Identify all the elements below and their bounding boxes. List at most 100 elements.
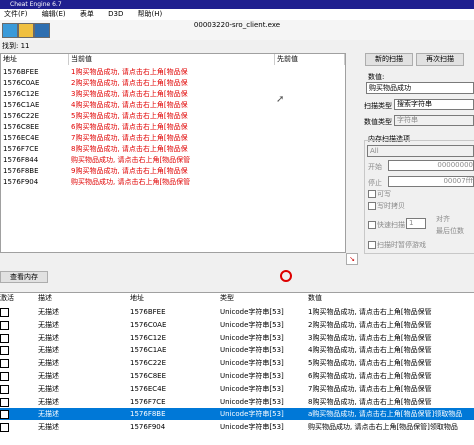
menu-d3d[interactable]: D3D — [108, 10, 123, 18]
row-value: a购买物品成功, 请点击右上角[物品保管]领取物品 — [308, 410, 463, 419]
next-scan-button[interactable]: 再次扫描 — [416, 53, 464, 66]
col-active[interactable]: 激活 — [0, 293, 14, 304]
table-row[interactable]: 无描述 1576EC4E Unicode字符串[53] 7购买物品成功, 请点击右上角… — [0, 383, 474, 395]
result-address: 1576C0AE — [3, 79, 40, 87]
table-row[interactable]: 无描述 1576C8EE Unicode字符串[53] 6购买物品成功, 请点击右上角… — [0, 370, 474, 382]
active-checkbox[interactable] — [0, 333, 9, 343]
col-description[interactable]: 描述 — [38, 293, 52, 304]
result-address: 1576C8EE — [3, 123, 40, 131]
row-value: 3购买物品成功, 请点击右上角[物品保管 — [308, 333, 432, 342]
row-value: 购买物品成功, 请点击右上角[物品保管]领取物品 — [308, 423, 458, 432]
new-scan-button[interactable]: 新的扫描 — [365, 53, 413, 66]
scan-type-select[interactable]: 搜索字符串 — [394, 99, 474, 110]
row-address: 1576C1AE — [130, 346, 167, 355]
cursor-icon: ➚ — [276, 94, 285, 105]
active-checkbox[interactable] — [0, 410, 9, 420]
result-address: 1576EC4E — [3, 134, 40, 142]
result-row[interactable]: 1576C8EE 6购买物品成功, 请点击右上角[物品保 — [1, 122, 345, 133]
col-address[interactable]: 地址 — [130, 293, 144, 304]
scan-results-list[interactable]: 地址 当前值 先前值 1576BFEE 1购买物品成功, 请点击右上角[物品保 15… — [0, 53, 346, 253]
row-description: 无描述 — [38, 320, 59, 329]
row-value: 1购买物品成功, 请点击右上角[物品保管 — [308, 308, 432, 316]
row-value: 5购买物品成功, 请点击右上角[物品保管 — [308, 359, 432, 368]
address-table[interactable]: 激活 描述 地址 类型 数值 无描述 1576BFEE Unicode字符串[53]… — [0, 292, 474, 445]
menu-file[interactable]: 文件(F) — [4, 10, 28, 18]
active-checkbox[interactable] — [0, 320, 9, 330]
open-process-icon[interactable] — [2, 23, 18, 38]
active-checkbox[interactable] — [0, 384, 9, 394]
active-checkbox[interactable] — [0, 372, 9, 381]
result-address: 1576F844 — [3, 156, 39, 164]
menu-help[interactable]: 帮助(H) — [138, 10, 163, 18]
value-type-select[interactable]: 字符串 — [394, 115, 474, 126]
row-value: 4购买物品成功, 请点击右上角[物品保管 — [308, 346, 432, 355]
start-label: 开始 — [368, 163, 382, 171]
stop-address-input[interactable]: 00007fff — [388, 176, 474, 187]
menu-table[interactable]: 表单 — [80, 10, 94, 18]
open-file-icon[interactable] — [18, 23, 34, 38]
result-row[interactable]: 1576EC4E 7购买物品成功, 请点击右上角[物品保 — [1, 133, 345, 144]
pause-game-checkbox[interactable] — [368, 241, 376, 249]
result-value: 4购买物品成功, 请点击右上角[物品保 — [71, 101, 188, 109]
result-row[interactable]: 1576BFEE 1购买物品成功, 请点击右上角[物品保 — [1, 67, 345, 78]
active-checkbox[interactable] — [0, 397, 9, 407]
result-row[interactable]: 1576F8BE 9购买物品成功, 请点击右上角[物品保 — [1, 166, 345, 177]
result-address: 1576C1AE — [3, 101, 40, 109]
region-select[interactable]: All — [367, 145, 474, 157]
found-count: 找到: 11 — [2, 42, 30, 50]
row-description: 无描述 — [38, 346, 59, 355]
value-label: 数值: — [368, 73, 385, 81]
table-row[interactable]: 无描述 1576C12E Unicode字符串[53] 3购买物品成功, 请点击右上角… — [0, 332, 474, 344]
fast-scan-input[interactable]: 1 — [406, 218, 426, 229]
row-type: Unicode字符串[53] — [220, 410, 284, 419]
result-value: 7购买物品成功, 请点击右上角[物品保 — [71, 134, 188, 142]
value-input[interactable]: 购买物品成功 — [366, 82, 474, 94]
result-row[interactable]: 1576F844 购买物品成功, 请点击右上角[物品保管 — [1, 155, 345, 166]
active-checkbox[interactable] — [0, 423, 9, 433]
col-address[interactable]: 地址 — [1, 54, 69, 65]
view-memory-button[interactable]: 查看内存 — [0, 271, 48, 283]
row-description: 无描述 — [38, 333, 59, 342]
table-row[interactable]: 无描述 1576F904 Unicode字符串[53] 购买物品成功, 请点击右上角[… — [0, 421, 474, 433]
active-checkbox[interactable] — [0, 346, 9, 356]
result-row[interactable]: 1576F904 购买物品成功, 请点击右上角[物品保管 — [1, 177, 345, 188]
row-address: 1576F8BE — [130, 410, 166, 419]
result-row[interactable]: 1576C22E 5购买物品成功, 请点击右上角[物品保 — [1, 111, 345, 122]
row-address: 1576EC4E — [130, 384, 167, 393]
fast-scan-checkbox[interactable] — [368, 221, 376, 229]
add-to-list-arrow-icon[interactable]: ↘ — [346, 253, 358, 265]
start-address-input[interactable]: 00000000 — [388, 160, 474, 171]
stop-label: 停止 — [368, 179, 382, 187]
result-address: 1576F904 — [3, 178, 39, 186]
row-address: 1576C0AE — [130, 320, 167, 329]
col-current[interactable]: 当前值 — [69, 54, 275, 65]
col-value[interactable]: 数值 — [308, 293, 322, 304]
table-row[interactable]: 无描述 1576F8BE Unicode字符串[53] a购买物品成功, 请点击右上角… — [0, 408, 474, 421]
row-type: Unicode字符串[53] — [220, 372, 284, 380]
row-type: Unicode字符串[53] — [220, 384, 284, 393]
title-bar: Cheat Engine 6.7 — [0, 0, 474, 9]
table-row[interactable]: 无描述 1576C22E Unicode字符串[53] 5购买物品成功, 请点击右上角… — [0, 357, 474, 369]
row-type: Unicode字符串[53] — [220, 320, 284, 329]
row-description: 无描述 — [38, 410, 59, 419]
table-row[interactable]: 无描述 1576BFEE Unicode字符串[53] 1购买物品成功, 请点击右上角… — [0, 306, 474, 318]
col-previous[interactable]: 先前值 — [275, 54, 345, 65]
result-row[interactable]: 1576C0AE 2购买物品成功, 请点击右上角[物品保 — [1, 78, 345, 89]
row-description: 无描述 — [38, 397, 59, 406]
writable-checkbox[interactable] — [368, 190, 376, 198]
active-checkbox[interactable] — [0, 359, 9, 369]
table-row[interactable]: 无描述 1576C0AE Unicode字符串[53] 2购买物品成功, 请点击右上角… — [0, 319, 474, 331]
active-checkbox[interactable] — [0, 308, 9, 317]
result-row[interactable]: 1576F7CE 8购买物品成功, 请点击右上角[物品保 — [1, 144, 345, 155]
copy-on-write-checkbox[interactable] — [368, 202, 376, 210]
save-icon[interactable] — [34, 23, 50, 38]
result-address: 1576BFEE — [3, 68, 39, 76]
result-row[interactable]: 1576C12E 3购买物品成功, 请点击右上角[物品保 — [1, 89, 345, 100]
row-type: Unicode字符串[53] — [220, 423, 284, 432]
result-row[interactable]: 1576C1AE 4购买物品成功, 请点击右上角[物品保 — [1, 100, 345, 111]
clear-list-icon[interactable] — [280, 270, 292, 282]
table-row[interactable]: 无描述 1576F7CE Unicode字符串[53] 8购买物品成功, 请点击右上角… — [0, 396, 474, 408]
col-type[interactable]: 类型 — [220, 293, 234, 304]
table-row[interactable]: 无描述 1576C1AE Unicode字符串[53] 4购买物品成功, 请点击右上角… — [0, 344, 474, 356]
menu-edit[interactable]: 编辑(E) — [42, 10, 66, 18]
